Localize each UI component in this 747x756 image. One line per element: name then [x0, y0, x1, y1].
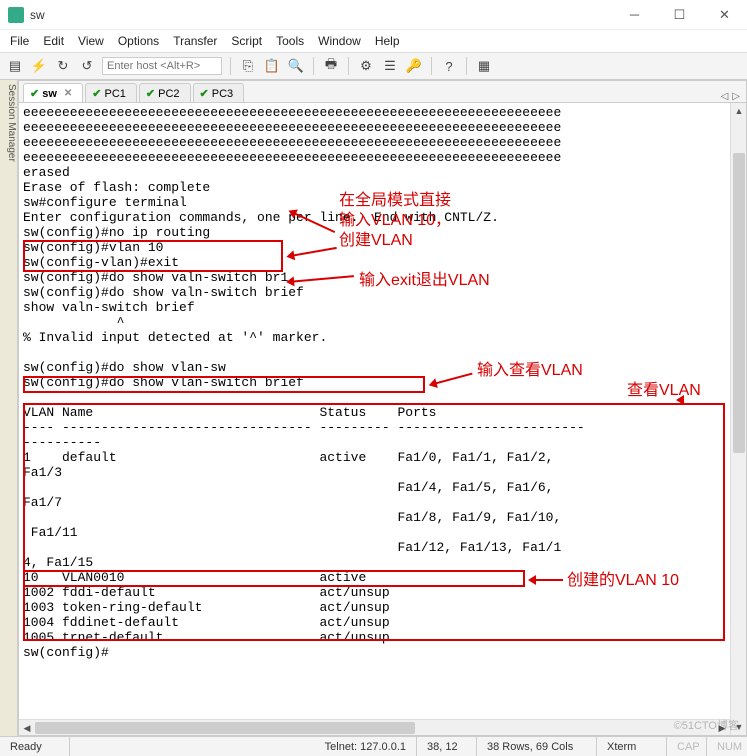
print-icon[interactable]: 🖶	[322, 57, 340, 75]
paste-icon[interactable]: 📋	[263, 57, 281, 75]
scroll-left-icon[interactable]: ◀	[19, 720, 35, 735]
menu-help[interactable]: Help	[375, 34, 400, 48]
menu-bar: File Edit View Options Transfer Script T…	[0, 30, 747, 52]
scroll-thumb[interactable]	[733, 153, 745, 453]
tab-nav-left[interactable]: ◁	[721, 91, 729, 102]
tab-pc1[interactable]: ✔ PC1	[85, 83, 137, 102]
close-button[interactable]: ✕	[702, 0, 747, 30]
app-icon	[8, 7, 24, 23]
check-icon: ✔	[146, 87, 155, 100]
session-manager-sidebar[interactable]: Session Manager	[0, 80, 18, 736]
status-term: Xterm	[597, 737, 667, 756]
check-icon: ✔	[200, 87, 209, 100]
check-icon: ✔	[30, 87, 39, 100]
session-tabs: ✔ sw ✕ ✔ PC1 ✔ PC2 ✔ PC3 ◁ ▷	[19, 81, 746, 103]
maximize-button[interactable]: ☐	[657, 0, 702, 30]
menu-edit[interactable]: Edit	[43, 34, 64, 48]
key-icon[interactable]: 🔑	[405, 57, 423, 75]
menu-window[interactable]: Window	[318, 34, 361, 48]
copy-icon[interactable]: ⎘	[239, 57, 257, 75]
minimize-button[interactable]: ─	[612, 0, 657, 30]
status-cursor: 38, 12	[417, 737, 477, 756]
session-manager-icon[interactable]: ▤	[6, 57, 24, 75]
scroll-thumb[interactable]	[35, 722, 415, 734]
reconnect-icon[interactable]: ↻	[54, 57, 72, 75]
disconnect-icon[interactable]: ↺	[78, 57, 96, 75]
status-telnet: Telnet: 127.0.0.1	[70, 737, 417, 756]
toolbar-separator	[348, 57, 349, 75]
tab-sw[interactable]: ✔ sw ✕	[23, 83, 83, 102]
tab-label: PC3	[212, 88, 233, 100]
menu-script[interactable]: Script	[231, 34, 262, 48]
menu-options[interactable]: Options	[118, 34, 159, 48]
toolbar-separator	[230, 57, 231, 75]
tab-label: sw	[42, 88, 57, 100]
session-options-icon[interactable]: ☰	[381, 57, 399, 75]
close-tab-icon[interactable]: ✕	[64, 88, 72, 99]
vertical-scrollbar[interactable]: ▲ ▼	[730, 103, 746, 735]
status-caps: CAP	[667, 737, 707, 756]
status-num: NUM	[707, 737, 747, 756]
quick-connect-icon[interactable]: ⚡	[30, 57, 48, 75]
host-input[interactable]	[102, 57, 222, 75]
menu-view[interactable]: View	[78, 34, 104, 48]
check-icon: ✔	[92, 87, 101, 100]
window-controls: ─ ☐ ✕	[612, 0, 747, 30]
find-icon[interactable]: 🔍	[287, 57, 305, 75]
window-titlebar: sw ─ ☐ ✕	[0, 0, 747, 30]
settings-icon[interactable]: ⚙	[357, 57, 375, 75]
tab-label: PC1	[105, 88, 126, 100]
tab-pc3[interactable]: ✔ PC3	[193, 83, 245, 102]
main-area: ✔ sw ✕ ✔ PC1 ✔ PC2 ✔ PC3 ◁ ▷ eeeeee	[18, 80, 747, 736]
menu-file[interactable]: File	[10, 34, 29, 48]
window-title: sw	[30, 8, 612, 22]
horizontal-scrollbar[interactable]: ◀ ▶	[19, 719, 730, 735]
tab-nav-right[interactable]: ▷	[732, 91, 740, 102]
toolbar-separator	[466, 57, 467, 75]
help-icon[interactable]: ?	[440, 57, 458, 75]
status-ready: Ready	[0, 737, 70, 756]
watermark: ©51CTO博客	[674, 717, 739, 733]
terminal-output: eeeeeeeeeeeeeeeeeeeeeeeeeeeeeeeeeeeeeeee…	[19, 103, 746, 662]
toolbar: ▤ ⚡ ↻ ↺ ⎘ 📋 🔍 🖶 ⚙ ☰ 🔑 ? ▦	[0, 52, 747, 80]
scroll-up-icon[interactable]: ▲	[731, 103, 746, 119]
tab-label: PC2	[158, 88, 179, 100]
toolbar-separator	[431, 57, 432, 75]
new-tab-icon[interactable]: ▦	[475, 57, 493, 75]
tab-pc2[interactable]: ✔ PC2	[139, 83, 191, 102]
status-bar: Ready Telnet: 127.0.0.1 38, 12 38 Rows, …	[0, 736, 747, 756]
terminal[interactable]: eeeeeeeeeeeeeeeeeeeeeeeeeeeeeeeeeeeeeeee…	[19, 103, 746, 735]
menu-transfer[interactable]: Transfer	[173, 34, 217, 48]
status-size: 38 Rows, 69 Cols	[477, 737, 597, 756]
menu-tools[interactable]: Tools	[276, 34, 304, 48]
toolbar-separator	[313, 57, 314, 75]
